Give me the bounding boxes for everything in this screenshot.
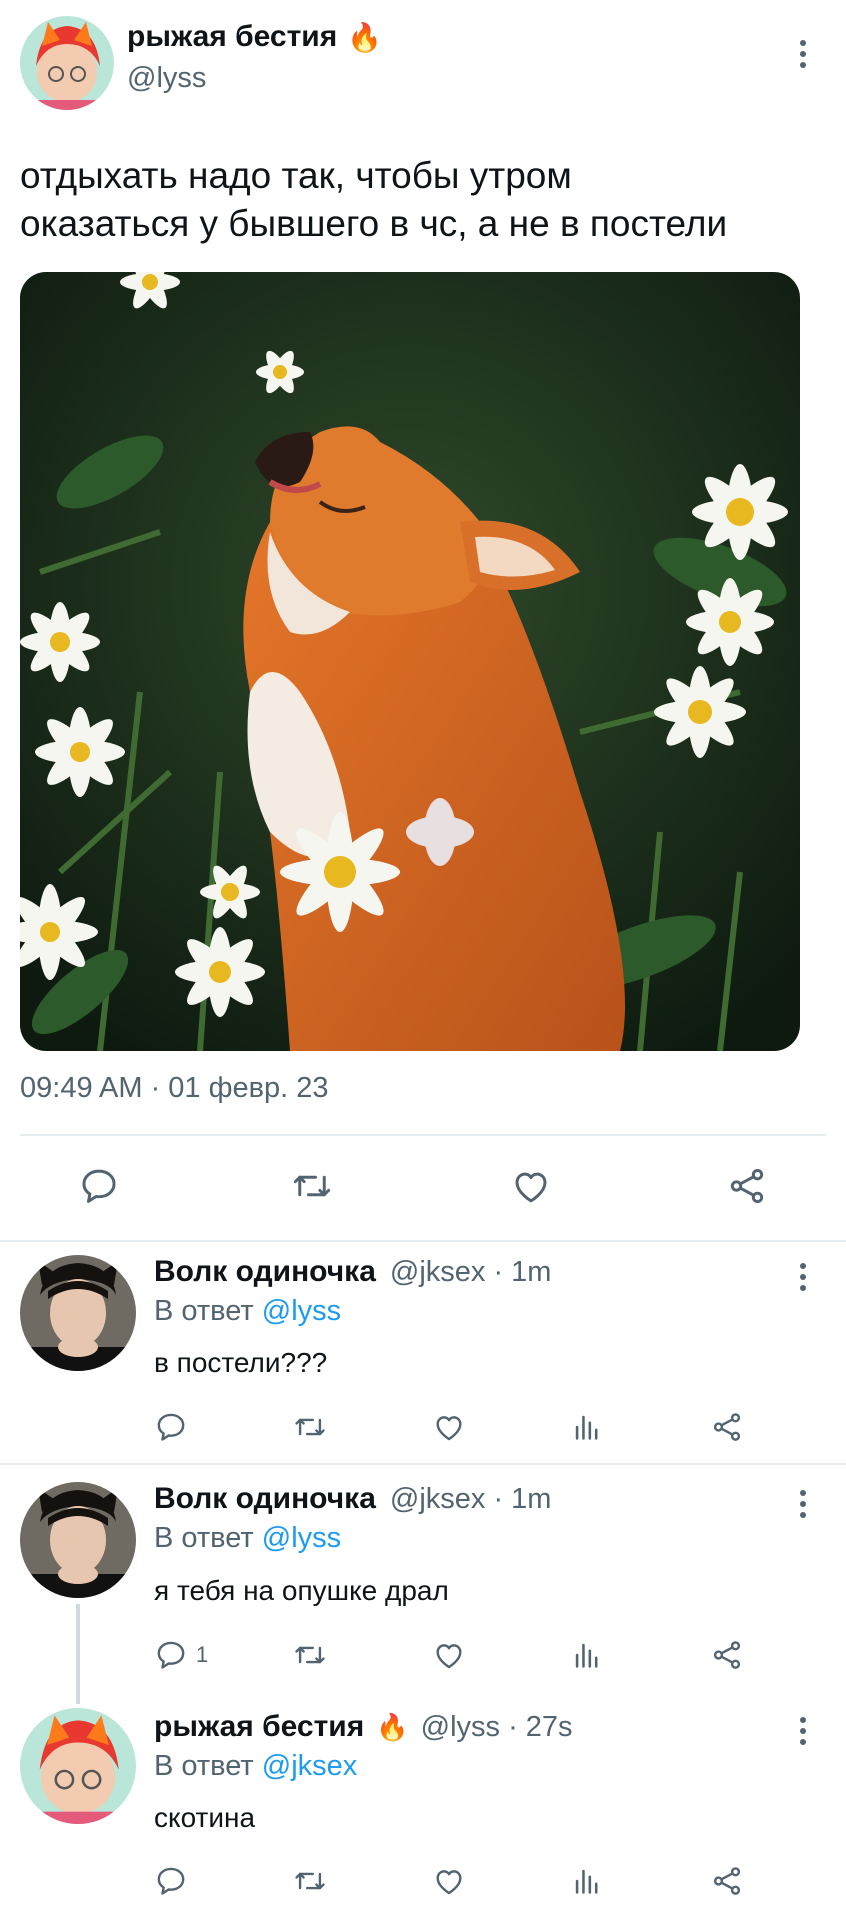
reply3-reply-to-link[interactable]: @jksex — [262, 1750, 358, 1782]
avatar-lyss[interactable] — [20, 16, 114, 110]
retweet-icon[interactable] — [292, 1638, 328, 1672]
heart-icon[interactable] — [432, 1410, 466, 1444]
reply-icon[interactable] — [154, 1638, 188, 1672]
reply2-handle-time[interactable]: @jksex · 1m — [390, 1483, 552, 1516]
retweet-icon[interactable] — [292, 1410, 328, 1444]
reply-icon[interactable] — [78, 1165, 120, 1207]
heart-icon[interactable] — [510, 1165, 552, 1207]
tweet-text-line-1: отдыхать надо так, чтобы утром — [20, 155, 572, 196]
divider-main-bottom — [0, 1240, 846, 1242]
reply2-reply-to-link[interactable]: @lyss — [262, 1522, 341, 1554]
avatar-lyss[interactable] — [20, 1708, 136, 1824]
reply1-actions — [154, 1410, 754, 1446]
reply3-header: рыжая бестия 🔥 @lyss · 27s — [154, 1710, 573, 1744]
reply2-actions: 1 — [154, 1638, 754, 1674]
reply2-header: Волк одиночка @jksex · 1m — [154, 1482, 551, 1516]
reply3-text: скотина — [154, 1802, 256, 1833]
reply1-replying-to: В ответ @lyss — [154, 1295, 341, 1328]
divider-reply1-bottom — [0, 1463, 846, 1465]
tweet-timestamp[interactable]: 09:49 AM · 01 февр. 23 — [20, 1072, 329, 1105]
tweet-text-line-2: оказаться у бывшего в чс, а не в постели — [20, 203, 728, 244]
author-name[interactable]: рыжая бестия — [127, 20, 337, 54]
share-icon[interactable] — [726, 1165, 768, 1207]
retweet-icon[interactable] — [292, 1864, 328, 1898]
tweet-photo[interactable] — [20, 272, 800, 1051]
thread-connector-line — [76, 1604, 80, 1704]
reply3-author-name[interactable]: рыжая бестия — [154, 1710, 364, 1744]
reply1-header: Волк одиночка @jksex · 1m — [154, 1255, 551, 1289]
divider-actions-top — [20, 1134, 826, 1136]
reply1-more-icon[interactable] — [789, 1257, 817, 1297]
reply3-handle-time[interactable]: @lyss · 27s — [421, 1711, 573, 1744]
reply1-handle-time[interactable]: @jksex · 1m — [390, 1256, 552, 1289]
tweet-text: отдыхать надо так, чтобы утром оказаться… — [20, 152, 727, 248]
views-icon[interactable] — [570, 1410, 604, 1444]
reply3-actions — [154, 1864, 754, 1900]
reply1-text: в постели??? — [154, 1347, 328, 1378]
fox-photo-illustration — [20, 272, 800, 1051]
share-icon[interactable] — [710, 1410, 744, 1444]
views-icon[interactable] — [570, 1638, 604, 1672]
reply2-reply-prefix: В ответ — [154, 1522, 254, 1554]
author-handle[interactable]: @lyss — [127, 62, 206, 95]
reply3-reply-prefix: В ответ — [154, 1750, 254, 1782]
main-actions-bar — [0, 1165, 846, 1209]
reply3-more-icon[interactable] — [789, 1711, 817, 1751]
avatar-jksex[interactable] — [20, 1482, 136, 1598]
heart-icon[interactable] — [432, 1864, 466, 1898]
reply1-author-name[interactable]: Волк одиночка — [154, 1255, 376, 1289]
reply2-author-name[interactable]: Волк одиночка — [154, 1482, 376, 1516]
author-name-row: рыжая бестия 🔥 — [127, 20, 382, 54]
reply2-more-icon[interactable] — [789, 1484, 817, 1524]
fire-emoji: 🔥 — [347, 21, 383, 53]
views-icon[interactable] — [570, 1864, 604, 1898]
avatar-jksex[interactable] — [20, 1255, 136, 1371]
reply3-replying-to: В ответ @jksex — [154, 1750, 357, 1783]
reply2-replying-to: В ответ @lyss — [154, 1522, 341, 1555]
share-icon[interactable] — [710, 1864, 744, 1898]
reply2-text: я тебя на опушке драл — [154, 1575, 449, 1606]
fire-emoji: 🔥 — [376, 1711, 409, 1742]
share-icon[interactable] — [710, 1638, 744, 1672]
retweet-icon[interactable] — [290, 1165, 334, 1207]
reply1-reply-prefix: В ответ — [154, 1295, 254, 1327]
more-icon[interactable] — [789, 34, 817, 74]
heart-icon[interactable] — [432, 1638, 466, 1672]
reply-icon[interactable] — [154, 1864, 188, 1898]
reply2-reply-count: 1 — [196, 1642, 209, 1667]
reply-icon[interactable] — [154, 1410, 188, 1444]
reply1-reply-to-link[interactable]: @lyss — [262, 1295, 341, 1327]
